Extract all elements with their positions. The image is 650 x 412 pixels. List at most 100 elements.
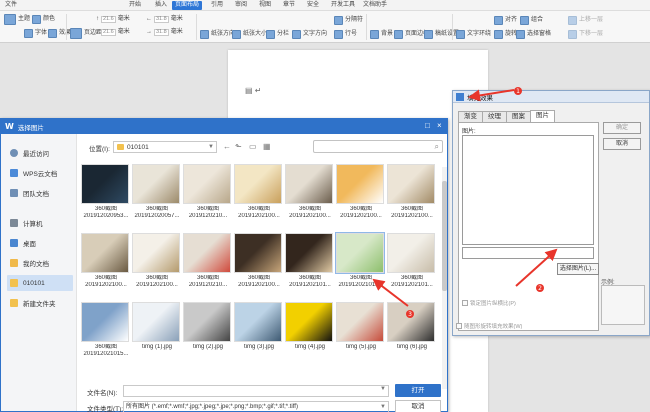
file-thumbnail[interactable] bbox=[81, 233, 129, 273]
open-button[interactable]: 打开 bbox=[395, 384, 441, 397]
select-picture-dialog: W 选择图片 □ × 最近访问 WPS云文档 团队文档 计算机 桌面 我的文档 … bbox=[0, 118, 448, 412]
file-thumbnail[interactable] bbox=[132, 302, 180, 342]
file-thumbnail[interactable] bbox=[132, 233, 180, 273]
back-icon[interactable]: ← bbox=[223, 142, 231, 151]
search-input[interactable]: ⌕ bbox=[313, 140, 443, 153]
margin-left-field[interactable]: ← 31.8 毫米 bbox=[146, 14, 183, 24]
tab-gradient[interactable]: 渐变 bbox=[458, 111, 483, 122]
menu-home[interactable]: 开始 bbox=[126, 1, 144, 10]
tab-texture[interactable]: 纹理 bbox=[482, 111, 507, 122]
combine-button[interactable]: 组合 bbox=[520, 15, 543, 25]
select-picture-button[interactable]: 选择图片(L)... bbox=[557, 263, 599, 275]
clock-icon bbox=[10, 149, 18, 157]
align-button[interactable]: 对齐 bbox=[494, 15, 517, 25]
sidebar-item-team-docs[interactable]: 团队文档 bbox=[7, 185, 73, 201]
tab-picture[interactable]: 图片 bbox=[530, 110, 555, 122]
combine-icon bbox=[520, 15, 529, 25]
maximize-icon[interactable]: □ bbox=[425, 121, 430, 131]
up-folder-icon[interactable]: ⬑ bbox=[235, 142, 242, 151]
new-folder-icon[interactable]: ▭ bbox=[249, 142, 257, 151]
file-name-input[interactable]: ▼ bbox=[123, 385, 389, 397]
search-icon: ⌕ bbox=[434, 142, 439, 151]
line-numbers-icon bbox=[334, 29, 343, 39]
cancel-button[interactable]: 取消 bbox=[395, 400, 441, 412]
draft-setting-button[interactable]: 稿纸设置 bbox=[424, 29, 459, 39]
rotate-button[interactable]: 旋转 bbox=[494, 29, 517, 39]
text-direction-button[interactable]: 文字方向 bbox=[292, 29, 327, 39]
file-thumbnail[interactable] bbox=[387, 302, 435, 342]
file-thumbnail[interactable] bbox=[183, 233, 231, 273]
sidebar-item-recent[interactable]: 最近访问 bbox=[7, 145, 73, 161]
rotate-with-shape-checkbox[interactable]: 随图形旋转填充效果(W) bbox=[456, 322, 522, 330]
file-thumbnail[interactable] bbox=[81, 164, 129, 204]
sidebar-item-my-documents[interactable]: 我的文档 bbox=[7, 255, 73, 271]
selection-pane-button[interactable]: 选择窗格 bbox=[516, 29, 551, 39]
menu-developer[interactable]: 开发工具 bbox=[328, 1, 358, 10]
file-thumbnail[interactable] bbox=[234, 233, 282, 273]
file-thumbnail[interactable] bbox=[336, 302, 384, 342]
sample-preview bbox=[601, 285, 645, 325]
margin-top-field[interactable]: ↑ 21.6 毫米 bbox=[96, 14, 130, 24]
effect-button[interactable]: 效果 bbox=[48, 28, 71, 38]
line-numbers-button[interactable]: 行号 bbox=[334, 29, 357, 39]
menu-insert[interactable]: 插入 bbox=[152, 1, 170, 10]
picture-preview bbox=[462, 135, 594, 245]
close-icon[interactable]: × bbox=[437, 121, 442, 131]
ok-button[interactable]: 确定 bbox=[603, 122, 641, 134]
send-backward-button[interactable]: 下移一层 bbox=[568, 29, 603, 39]
sidebar-item-desktop[interactable]: 桌面 bbox=[7, 235, 73, 251]
columns-button[interactable]: 分栏 bbox=[266, 29, 289, 39]
paper-size-button[interactable]: 纸张大小 bbox=[232, 29, 267, 39]
sidebar-item-computer[interactable]: 计算机 bbox=[7, 215, 73, 231]
draft-setting-icon bbox=[424, 29, 433, 39]
menu-chapter[interactable]: 章节 bbox=[280, 1, 298, 10]
wrap-text-button[interactable]: 文字环绕 bbox=[456, 29, 491, 39]
cancel-button[interactable]: 取消 bbox=[603, 138, 641, 150]
sidebar-item-new-folder[interactable]: 新建文件夹 bbox=[7, 295, 73, 311]
menu-references[interactable]: 引用 bbox=[208, 1, 226, 10]
file-thumbnail[interactable] bbox=[285, 164, 333, 204]
file-thumbnail[interactable] bbox=[387, 233, 435, 273]
menu-security[interactable]: 安全 bbox=[304, 1, 322, 10]
file-thumbnail[interactable] bbox=[285, 302, 333, 342]
colors-button[interactable]: 颜色 bbox=[32, 14, 55, 24]
file-thumbnail[interactable] bbox=[335, 232, 385, 274]
file-type-dropdown[interactable]: 所有图片 (*.emf;*.wmf;*.jpg;*.jpeg;*.jpe;*.p… bbox=[123, 401, 389, 412]
file-thumbnail[interactable] bbox=[132, 164, 180, 204]
menu-view[interactable]: 视图 bbox=[256, 1, 274, 10]
sidebar-item-010101[interactable]: 010101 bbox=[7, 275, 73, 291]
paragraph-mark-icon: ▤ ↵ bbox=[245, 86, 262, 95]
file-date: 20191202100... bbox=[391, 213, 433, 219]
breaks-button[interactable]: 分隔符 bbox=[334, 15, 363, 25]
vertical-scrollbar[interactable] bbox=[442, 167, 447, 389]
scrollbar-thumb[interactable] bbox=[442, 181, 447, 291]
file-thumbnail[interactable] bbox=[234, 164, 282, 204]
menu-doc-assistant[interactable]: 文档助手 bbox=[360, 1, 390, 10]
menu-file[interactable]: 文件 bbox=[2, 1, 20, 10]
tab-pattern[interactable]: 图案 bbox=[506, 111, 531, 122]
file-thumbnail[interactable] bbox=[183, 302, 231, 342]
text-direction-icon bbox=[292, 29, 301, 39]
file-thumbnail[interactable] bbox=[81, 302, 129, 342]
theme-button[interactable]: 主题 bbox=[4, 13, 30, 25]
file-date: 20191202100... bbox=[289, 213, 331, 219]
location-dropdown[interactable]: 010101 ▼ bbox=[113, 141, 217, 153]
margin-bottom-field[interactable]: ↓ 21.6 毫米 bbox=[96, 27, 130, 37]
file-thumbnail[interactable] bbox=[234, 302, 282, 342]
send-backward-icon bbox=[568, 29, 577, 39]
menu-review[interactable]: 审阅 bbox=[232, 1, 250, 10]
view-mode-icon[interactable]: ▦ bbox=[263, 142, 271, 151]
font-button[interactable]: 字体 bbox=[24, 28, 47, 38]
lock-aspect-checkbox[interactable]: 锁定图片纵横比(P) bbox=[462, 299, 516, 307]
file-thumbnail[interactable] bbox=[336, 164, 384, 204]
orientation-button[interactable]: 纸张方向 bbox=[200, 29, 235, 39]
file-thumbnail[interactable] bbox=[285, 233, 333, 273]
margin-right-field[interactable]: → 31.8 毫米 bbox=[146, 27, 183, 37]
file-thumbnail[interactable] bbox=[387, 164, 435, 204]
background-button[interactable]: 背景 bbox=[370, 29, 393, 39]
file-name: 360截图 bbox=[247, 275, 270, 281]
sidebar-item-wps-cloud[interactable]: WPS云文档 bbox=[7, 165, 73, 181]
bring-forward-button[interactable]: 上移一层 bbox=[568, 15, 603, 25]
menu-page-layout[interactable]: 页面布局 bbox=[172, 1, 203, 10]
file-thumbnail[interactable] bbox=[183, 164, 231, 204]
